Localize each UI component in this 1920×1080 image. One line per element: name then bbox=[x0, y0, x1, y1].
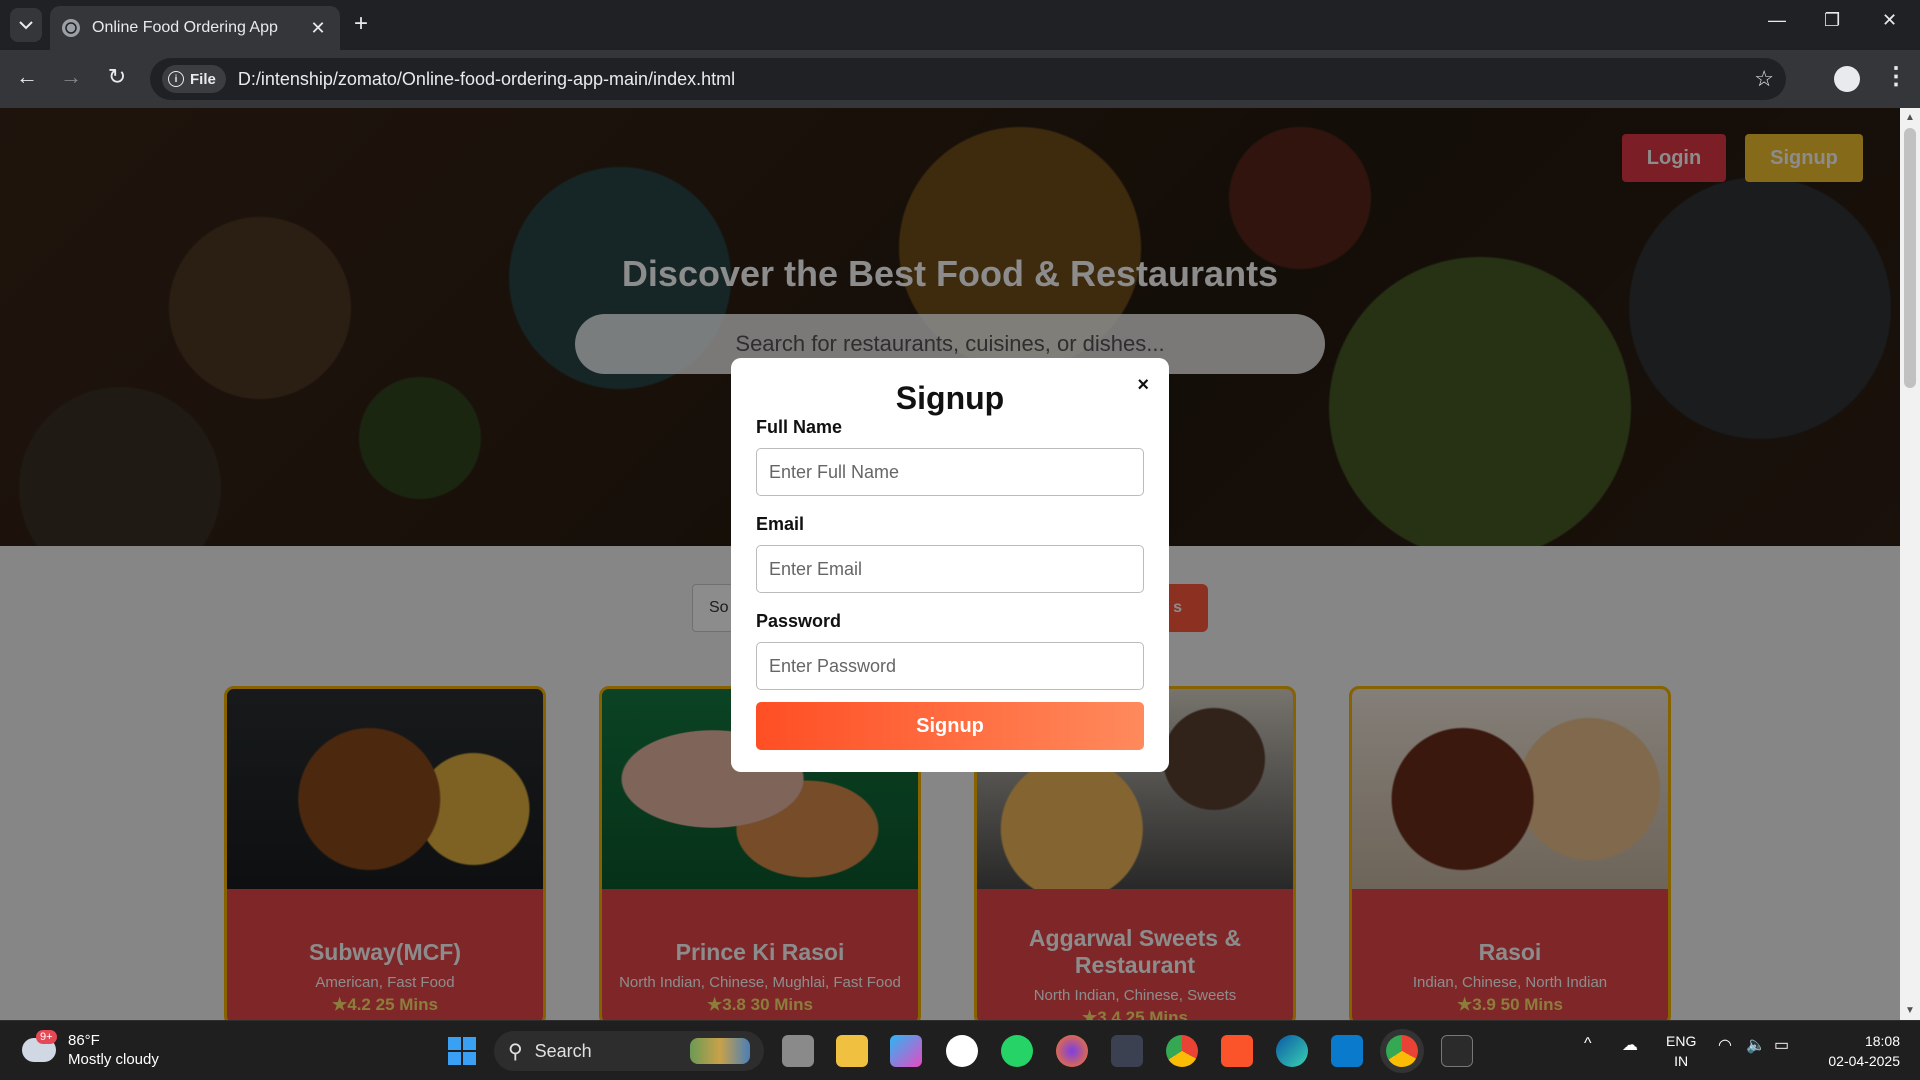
onedrive-icon[interactable]: ☁ bbox=[1622, 1035, 1638, 1055]
reload-icon[interactable]: ↻ bbox=[102, 64, 132, 90]
search-icon: ⚲ bbox=[508, 1040, 523, 1063]
wifi-icon[interactable]: ◠ bbox=[1718, 1035, 1732, 1055]
browser-toolbar: ← → ↻ i File D:/intenship/zomato/Online-… bbox=[0, 50, 1920, 108]
clock-time: 18:08 bbox=[1864, 1033, 1900, 1049]
taskbar-search-label: Search bbox=[534, 1040, 592, 1061]
windows-start-icon[interactable] bbox=[448, 1037, 476, 1065]
vscode-icon[interactable] bbox=[1331, 1035, 1363, 1067]
lang-region: IN bbox=[1674, 1053, 1689, 1069]
scroll-up-icon[interactable]: ▲ bbox=[1905, 112, 1915, 123]
battery-icon[interactable]: ▭ bbox=[1774, 1035, 1789, 1055]
system-clock[interactable]: 18:08 02-04-2025 bbox=[1810, 1031, 1900, 1071]
terminal-icon[interactable] bbox=[1441, 1035, 1473, 1067]
lang-code: ENG bbox=[1666, 1033, 1697, 1049]
clock-date: 02-04-2025 bbox=[1828, 1053, 1900, 1069]
chrome-icon[interactable] bbox=[1166, 1035, 1198, 1067]
password-label: Password bbox=[756, 611, 842, 631]
chevron-up-icon[interactable]: ^ bbox=[1584, 1035, 1592, 1053]
profile-avatar-icon[interactable] bbox=[1834, 66, 1860, 92]
taskbar-search[interactable]: ⚲ Search bbox=[494, 1031, 764, 1071]
globe-icon bbox=[62, 19, 80, 37]
info-icon: i bbox=[168, 71, 184, 87]
task-view-icon[interactable] bbox=[782, 1035, 814, 1067]
weather-desc: Mostly cloudy bbox=[68, 1051, 159, 1068]
copilot-icon[interactable] bbox=[890, 1035, 922, 1067]
close-window-button[interactable]: ✕ bbox=[1882, 10, 1897, 31]
weather-badge: 9+ bbox=[36, 1030, 57, 1044]
brave-icon[interactable] bbox=[1221, 1035, 1253, 1067]
tab-title: Online Food Ordering App bbox=[92, 19, 278, 36]
email-field[interactable] bbox=[756, 545, 1144, 593]
new-tab-button[interactable]: + bbox=[354, 12, 368, 36]
minimize-button[interactable]: — bbox=[1768, 10, 1786, 31]
chevron-down-icon bbox=[19, 21, 33, 30]
address-bar[interactable]: i File D:/intenship/zomato/Online-food-o… bbox=[150, 58, 1786, 100]
weather-temp: 86°F bbox=[68, 1032, 100, 1049]
language-indicator[interactable]: ENG IN bbox=[1666, 1031, 1696, 1071]
browser-tab-bar: Online Food Ordering App ✕ + — ❐ ✕ bbox=[0, 0, 1920, 50]
site-info-label: File bbox=[190, 70, 216, 88]
signup-modal: × Signup Full Name Email Password Signup bbox=[731, 358, 1169, 772]
menu-kebab-icon[interactable]: ⋮ bbox=[1884, 62, 1908, 91]
full-name-field[interactable] bbox=[756, 448, 1144, 496]
search-highlight-icon bbox=[690, 1038, 750, 1064]
volume-icon[interactable]: 🔈 bbox=[1746, 1035, 1766, 1055]
whatsapp-icon[interactable] bbox=[1001, 1035, 1033, 1067]
close-icon[interactable]: × bbox=[1137, 374, 1149, 397]
scrollbar-thumb[interactable] bbox=[1904, 128, 1916, 388]
tab-close-icon[interactable]: ✕ bbox=[308, 18, 328, 39]
signup-submit-button[interactable]: Signup bbox=[756, 702, 1144, 750]
chrome-active-icon[interactable] bbox=[1386, 1035, 1418, 1067]
full-name-label: Full Name bbox=[756, 417, 843, 437]
modal-title: Signup bbox=[895, 380, 1005, 416]
edge-icon[interactable] bbox=[1276, 1035, 1308, 1067]
password-field[interactable] bbox=[756, 642, 1144, 690]
browser-tab[interactable]: Online Food Ordering App ✕ bbox=[50, 6, 340, 50]
cloud-icon: 9+ bbox=[22, 1030, 57, 1062]
scroll-down-icon[interactable]: ▼ bbox=[1905, 1005, 1915, 1016]
windows-taskbar: 9+ 86°F Mostly cloudy ⚲ Search ^ ☁ ENG I… bbox=[0, 1020, 1920, 1080]
restore-button[interactable]: ❐ bbox=[1824, 10, 1840, 31]
page-scrollbar[interactable]: ▲ ▼ bbox=[1900, 108, 1920, 1020]
email-label: Email bbox=[756, 514, 805, 534]
page-viewport: Discover the Best Food & Restaurants Sea… bbox=[0, 108, 1900, 1020]
tab-search-button[interactable] bbox=[10, 8, 42, 42]
back-arrow-icon[interactable]: ← bbox=[12, 64, 42, 90]
forward-arrow-icon[interactable]: → bbox=[56, 64, 86, 90]
chatgpt-icon[interactable] bbox=[946, 1035, 978, 1067]
file-explorer-icon[interactable] bbox=[836, 1035, 868, 1067]
url-text[interactable]: D:/intenship/zomato/Online-food-ordering… bbox=[238, 69, 1754, 90]
app-cube-icon[interactable] bbox=[1111, 1035, 1143, 1067]
firefox-icon[interactable] bbox=[1056, 1035, 1088, 1067]
site-info-chip[interactable]: i File bbox=[162, 65, 226, 93]
bookmark-star-icon[interactable]: ☆ bbox=[1754, 66, 1774, 92]
weather-widget[interactable]: 9+ 86°F Mostly cloudy bbox=[22, 1030, 159, 1069]
